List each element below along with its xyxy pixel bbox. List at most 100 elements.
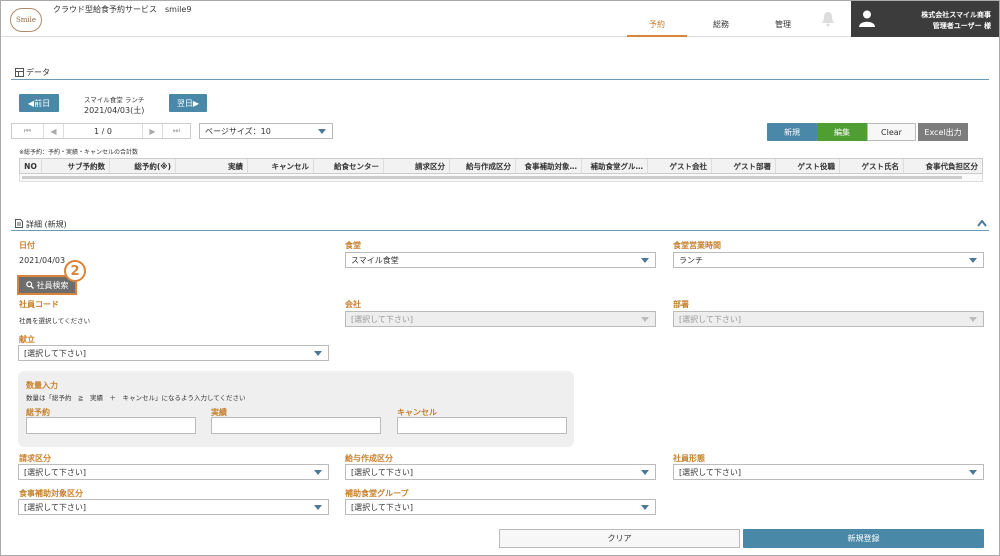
- dept-label: 部署: [673, 300, 689, 309]
- register-button[interactable]: 新規登録: [743, 529, 984, 548]
- chevron-down-icon: [641, 505, 649, 510]
- group-value: [選択して下さい]: [351, 502, 414, 512]
- billing-select[interactable]: [選択して下さい]: [18, 464, 329, 480]
- dept-value: [選択して下さい]: [679, 314, 742, 324]
- chevron-down-icon: [641, 258, 649, 263]
- col-payroll[interactable]: 給与作成区分: [450, 159, 516, 173]
- tab-general-affairs[interactable]: 総務: [691, 19, 751, 37]
- chevron-down-icon: [969, 317, 977, 322]
- chevron-down-icon: [969, 470, 977, 475]
- data-section-divider: [11, 79, 989, 80]
- chevron-up-icon[interactable]: [977, 220, 987, 227]
- hours-select[interactable]: ランチ: [673, 252, 984, 268]
- menu-value: [選択して下さい]: [24, 348, 87, 358]
- first-page-icon[interactable]: ⏮: [12, 124, 44, 138]
- detail-section-divider: [11, 230, 989, 231]
- emptype-value: [選択して下さい]: [679, 467, 742, 477]
- col-total-reservations[interactable]: 総予約(※): [110, 159, 176, 173]
- chevron-down-icon: [314, 470, 322, 475]
- hours-value: ランチ: [679, 255, 703, 265]
- chevron-down-icon: [641, 317, 649, 322]
- col-subsidy-group[interactable]: 補助食堂グル…: [582, 159, 648, 173]
- last-page-icon[interactable]: ⏭: [162, 124, 190, 138]
- payroll-label: 給与作成区分: [345, 454, 393, 463]
- canteen-value: スマイル食堂: [351, 255, 399, 265]
- prev-day-button[interactable]: ◀前日: [19, 94, 59, 112]
- col-sub-reservations[interactable]: サブ予約数: [42, 159, 110, 173]
- page-size-select[interactable]: ページサイズ：10: [199, 123, 333, 139]
- data-section-title: データ: [26, 68, 50, 77]
- company-label: 会社: [345, 300, 361, 309]
- emptype-select[interactable]: [選択して下さい]: [673, 464, 984, 480]
- current-date: 2021/04/03(土): [84, 106, 145, 115]
- total-note: ※総予約：予約・実績・キャンセルの合計数: [19, 149, 139, 156]
- col-meal-center[interactable]: 給食センター: [314, 159, 384, 173]
- page-size-value: ページサイズ：10: [205, 126, 271, 136]
- emp-hint: 社員を選択してください: [19, 317, 91, 325]
- tab-admin[interactable]: 管理: [753, 19, 813, 37]
- employee-search-label: 社員検索: [36, 280, 69, 290]
- date-label: 日付: [19, 241, 35, 250]
- chevron-down-icon: [314, 505, 322, 510]
- col-meal-cost[interactable]: 食事代負担区分: [904, 159, 982, 173]
- group-select[interactable]: [選択して下さい]: [345, 499, 656, 515]
- bell-icon[interactable]: [821, 11, 835, 27]
- subsidy-value: [選択して下さい]: [24, 502, 87, 512]
- clear-button[interactable]: Clear: [867, 123, 916, 141]
- menu-select[interactable]: [選択して下さい]: [18, 345, 329, 361]
- payroll-select[interactable]: [選択して下さい]: [345, 464, 656, 480]
- user-name: 管理者ユーザー 様: [932, 22, 991, 30]
- edit-button[interactable]: 編集: [817, 123, 867, 141]
- excel-export-button[interactable]: Excel出力: [918, 123, 968, 141]
- prev-page-icon[interactable]: ◀: [44, 124, 64, 138]
- col-cancel[interactable]: キャンセル: [248, 159, 314, 173]
- new-button[interactable]: 新規: [767, 123, 817, 141]
- table-icon: [15, 68, 24, 77]
- col-meal-subsidy[interactable]: 食事補助対象…: [516, 159, 582, 173]
- step-callout: 2: [64, 260, 86, 282]
- table-scrollbar[interactable]: [19, 174, 983, 182]
- subsidy-label: 食事補助対象区分: [19, 489, 83, 498]
- search-icon: [25, 281, 34, 289]
- user-icon: [859, 10, 875, 27]
- smile-logo: Smile: [10, 8, 42, 32]
- user-menu[interactable]: 株式会社スマイル商事 管理者ユーザー 様: [851, 1, 999, 37]
- date-value: 2021/04/03: [19, 256, 66, 265]
- dept-select[interactable]: [選択して下さい]: [673, 311, 984, 327]
- detail-section-title: 詳細 (新規): [26, 220, 67, 229]
- table-header: NO サブ予約数 総予約(※) 実績 キャンセル 給食センター 請求区分 給与作…: [19, 158, 983, 174]
- emp-code-label: 社員コード: [19, 300, 59, 309]
- qty-note: 数量は「総予約 ≧ 実績 ＋ キャンセル」になるよう入力してください: [26, 394, 246, 402]
- group-label: 補助食堂グループ: [345, 489, 409, 498]
- col-guest-company[interactable]: ゲスト会社: [648, 159, 712, 173]
- col-guest-title[interactable]: ゲスト役職: [776, 159, 840, 173]
- next-day-button[interactable]: 翌日▶: [169, 94, 207, 112]
- canteen-select[interactable]: スマイル食堂: [345, 252, 656, 268]
- col-no[interactable]: NO: [20, 159, 42, 173]
- subsidy-select[interactable]: [選択して下さい]: [18, 499, 329, 515]
- qty-title: 数量入力: [26, 381, 58, 390]
- cancel-input[interactable]: [397, 417, 567, 434]
- emptype-label: 社員形態: [673, 454, 705, 463]
- next-page-icon[interactable]: ▶: [142, 124, 162, 138]
- quantity-panel: 数量入力 数量は「総予約 ≧ 実績 ＋ キャンセル」になるよう入力してください …: [18, 371, 574, 447]
- chevron-down-icon: [969, 258, 977, 263]
- actual-input[interactable]: [211, 417, 381, 434]
- canteen-label: 食堂: [345, 241, 361, 250]
- company-name: 株式会社スマイル商事: [921, 11, 991, 19]
- col-guest-dept[interactable]: ゲスト部署: [712, 159, 776, 173]
- chevron-down-icon: [641, 470, 649, 475]
- col-guest-name[interactable]: ゲスト氏名: [840, 159, 904, 173]
- company-select[interactable]: [選択して下さい]: [345, 311, 656, 327]
- tab-reservation[interactable]: 予約: [627, 19, 687, 37]
- pager: ⏮ ◀ 1 / 0 ▶ ⏭: [11, 123, 191, 139]
- billing-value: [選択して下さい]: [24, 467, 87, 477]
- scrollbar-thumb[interactable]: [22, 176, 962, 179]
- app-header: Smile クラウド型給食予約サービス smile9 予約 総務 管理 株式会社…: [1, 1, 999, 37]
- chevron-down-icon: [314, 351, 322, 356]
- form-clear-button[interactable]: クリア: [499, 529, 740, 548]
- canteen-meal-label: スマイル食堂 ランチ: [84, 96, 145, 104]
- total-input[interactable]: [26, 417, 196, 434]
- col-actual[interactable]: 実績: [176, 159, 248, 173]
- col-billing[interactable]: 請求区分: [384, 159, 450, 173]
